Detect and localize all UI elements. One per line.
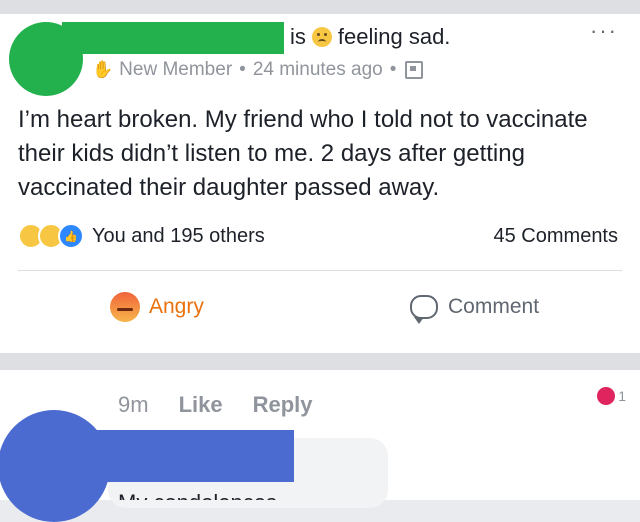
comment-text: My condolences — [118, 488, 277, 500]
post-text: I’m heart broken. My friend who I told n… — [18, 106, 588, 201]
comment-label: Comment — [448, 295, 540, 318]
feeling-text[interactable]: feeling sad. — [338, 24, 451, 50]
header-is-text: is — [290, 24, 306, 49]
wave-hand-icon: ✋ — [92, 60, 114, 79]
comment-like-button[interactable]: Like — [179, 392, 223, 418]
action-divider — [18, 270, 622, 271]
post-header: is feeling sad. — [290, 20, 450, 54]
member-badge[interactable]: New Member — [119, 59, 232, 81]
comment-button[interactable]: Comment — [410, 292, 540, 324]
section-gap — [0, 353, 640, 370]
post-timestamp[interactable]: 24 minutes ago — [253, 59, 383, 81]
angry-reaction-button[interactable]: Angry — [110, 292, 204, 322]
privacy-icon[interactable] — [405, 61, 424, 79]
meta-separator: • — [389, 59, 397, 80]
angry-label: Angry — [149, 295, 204, 318]
comment-reaction-badge[interactable]: 1 — [593, 385, 630, 407]
heart-reaction-icon — [597, 387, 616, 405]
comment-reply-button[interactable]: Reply — [253, 392, 313, 418]
comment-actions: 9m Like Reply — [118, 392, 343, 418]
comment-reaction-count: 1 — [618, 388, 626, 404]
sad-face-icon — [311, 27, 332, 47]
redacted-author-name — [62, 22, 284, 54]
comment-time[interactable]: 9m — [118, 392, 149, 418]
comment-bubble-icon — [410, 295, 438, 324]
like-reaction-icon: 👍 — [58, 223, 84, 249]
reaction-summary-text[interactable]: You and 195 others — [92, 225, 265, 248]
top-divider — [0, 0, 640, 14]
more-options-button[interactable]: ··· — [590, 20, 618, 42]
comments-count-link[interactable]: 45 Comments — [494, 225, 619, 248]
meta-separator: • — [239, 59, 246, 80]
reaction-summary[interactable]: 👍 You and 195 others — [18, 223, 265, 249]
redacted-commenter-name — [66, 430, 294, 482]
post-meta: ✋ New Member • 24 minutes ago • — [92, 58, 424, 82]
angry-face-icon — [110, 292, 140, 322]
